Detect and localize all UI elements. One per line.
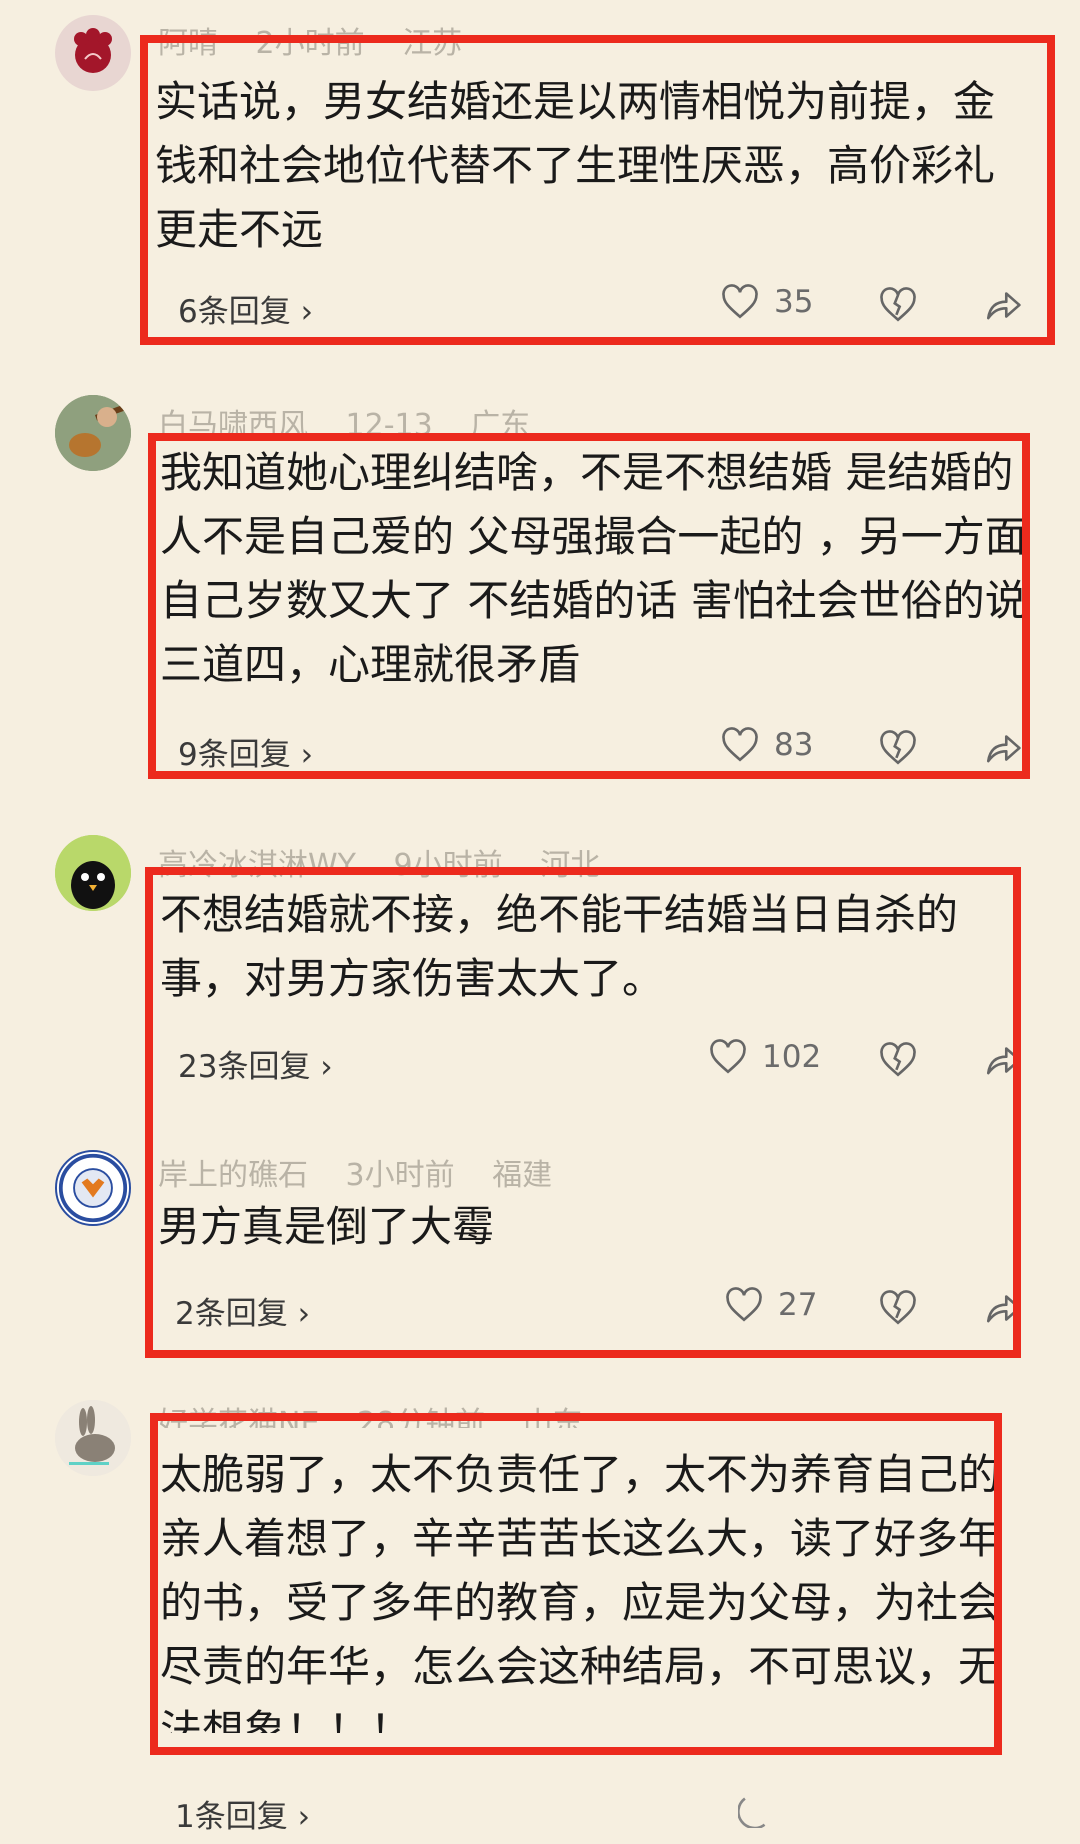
avatar-image: [55, 1400, 131, 1476]
share-button[interactable]: [983, 287, 1023, 327]
timestamp: 3小时前: [345, 1158, 455, 1193]
share-icon: [986, 1047, 1021, 1075]
dislike-heart-icon: [880, 730, 916, 765]
avatar[interactable]: [55, 1150, 131, 1226]
like-count: 83: [774, 727, 814, 763]
heart-icon: [722, 727, 758, 762]
username[interactable]: 阿晴: [158, 26, 218, 61]
like-count: 102: [762, 1039, 822, 1075]
view-replies-link[interactable]: 23条回复 ›: [178, 1041, 333, 1086]
avatar[interactable]: [55, 835, 131, 911]
avatar-image: [55, 835, 131, 911]
dislike-button[interactable]: [878, 1042, 918, 1082]
view-replies-link[interactable]: 6条回复 ›: [178, 286, 313, 331]
location: 江苏: [402, 26, 463, 61]
share-icon: [986, 735, 1021, 763]
comment-text: 我知道她心理纠结啥，不是不想结婚 是结婚的人不是自己爱的 父母强撮合一起的 ，另…: [160, 448, 1027, 689]
share-button[interactable]: [983, 1290, 1023, 1330]
heart-icon: [710, 1039, 746, 1074]
heart-icon: [726, 1287, 762, 1322]
dislike-button[interactable]: [878, 287, 918, 327]
dislike-button[interactable]: [878, 1290, 918, 1330]
timestamp: 12-13: [345, 408, 433, 443]
location: 河北: [540, 848, 601, 883]
avatar[interactable]: [55, 1400, 131, 1476]
like-button[interactable]: 35: [720, 284, 813, 320]
location: 山东: [522, 1406, 583, 1428]
comment-meta: 白马啸西风 12-13 广东: [158, 400, 558, 444]
view-replies-link[interactable]: 2条回复 ›: [175, 1288, 310, 1333]
comment-text: 实话说，男女结婚还是以两情相悦为前提，金钱和社会地位代替不了生理性厌恶，高价彩礼…: [155, 77, 996, 254]
timestamp: 2小时前: [255, 26, 365, 61]
dislike-button[interactable]: [878, 730, 918, 770]
share-button[interactable]: [983, 730, 1023, 770]
view-replies-link[interactable]: 1条回复 ›: [175, 1791, 310, 1836]
avatar[interactable]: [55, 395, 131, 471]
username[interactable]: 白马啸西风: [158, 408, 308, 443]
comment-meta: 岸上的礁石 3小时前 福建: [158, 1150, 580, 1194]
comment-text: 男方真是倒了大霉: [158, 1202, 495, 1251]
username[interactable]: 高冷冰淇淋WY: [158, 848, 356, 883]
loading-spinner-icon: [737, 1797, 766, 1830]
like-button[interactable]: 83: [720, 727, 813, 763]
username[interactable]: 岸上的礁石: [158, 1158, 308, 1193]
avatar-image: [55, 395, 131, 471]
dislike-heart-icon: [880, 1042, 916, 1077]
view-replies-link[interactable]: 9条回复 ›: [178, 729, 313, 774]
timestamp: 28分钟前: [356, 1406, 486, 1428]
comment-text: 太脆弱了，太不负责任了，太不为养育自己的亲人着想了，辛辛苦苦长这么大，读了好多年…: [160, 1450, 1000, 1733]
avatar-image: [74, 28, 112, 73]
share-icon: [986, 1295, 1021, 1323]
location: 广东: [470, 408, 531, 443]
timestamp: 9小时前: [393, 848, 503, 883]
like-button[interactable]: 27: [724, 1287, 817, 1323]
comment-meta: 阿晴 2小时前 江苏: [158, 18, 490, 62]
dislike-heart-icon: [880, 287, 916, 322]
share-button[interactable]: [983, 1042, 1023, 1082]
like-button[interactable]: 102: [708, 1039, 821, 1075]
share-button[interactable]: [737, 1792, 778, 1832]
avatar-image: [58, 1153, 128, 1223]
avatar[interactable]: [55, 15, 131, 91]
like-count: 27: [778, 1287, 818, 1323]
username[interactable]: 好学花猫NE: [158, 1406, 319, 1428]
location: 福建: [492, 1158, 553, 1193]
comment-text: 不想结婚就不接，绝不能干结婚当日自杀的事，对男方家伤害太大了。: [160, 890, 959, 1003]
share-icon: [986, 292, 1021, 320]
comment-meta: 高冷冰淇淋WY 9小时前 河北: [158, 840, 628, 884]
dislike-heart-icon: [880, 1290, 916, 1325]
comment-meta: 好学花猫NE 28分钟前 山东: [158, 1398, 611, 1428]
heart-icon: [722, 284, 758, 319]
like-count: 35: [774, 284, 814, 320]
